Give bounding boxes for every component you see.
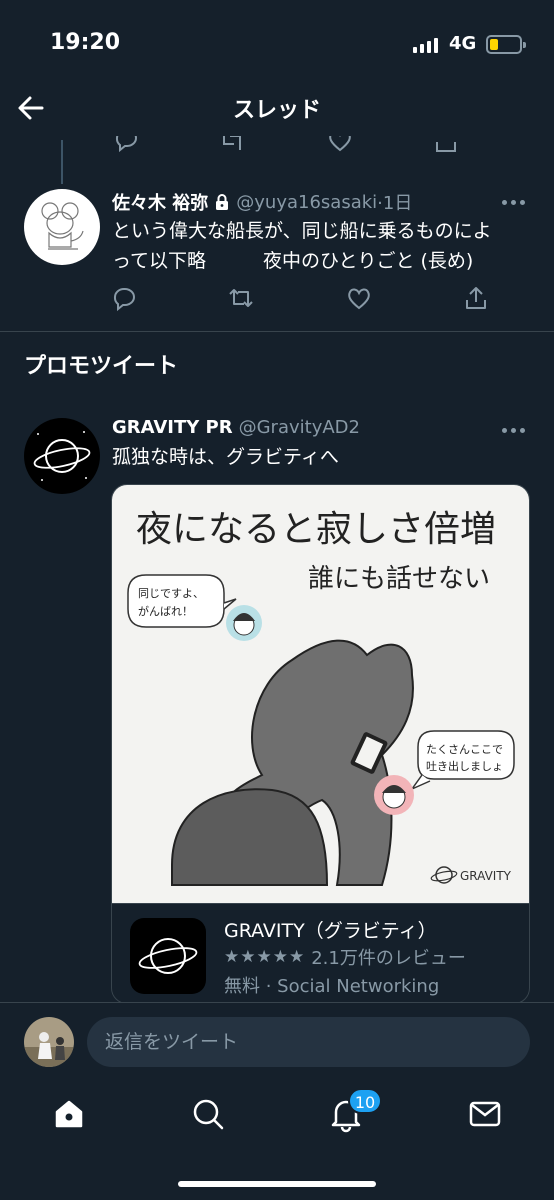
tweet-text-line: という偉大な船長が、同じ船に乗るものによ bbox=[112, 220, 492, 242]
promo-illustration: 夜になると寂しさ倍増 誰にも話せない 同じですよ、 がんばれ！ たくさんここで … bbox=[127, 509, 515, 886]
network-type: 4G bbox=[449, 33, 477, 54]
app-info[interactable]: GRAVITY（グラビティ） ★★★★★ 2.1万件のレビュー 無料 · Soc… bbox=[112, 903, 529, 1003]
app-card[interactable]: 夜になると寂しさ倍増 誰にも話せない 同じですよ、 がんばれ！ たくさんここで … bbox=[111, 484, 530, 1004]
my-avatar[interactable] bbox=[24, 1017, 74, 1067]
review-count: 2.1万件のレビュー bbox=[311, 948, 466, 969]
app-category: 無料 · Social Networking bbox=[224, 976, 440, 997]
star-rating-icon: ★★★★★ bbox=[224, 947, 306, 967]
previous-tweet-actions bbox=[110, 136, 510, 156]
header: スレッド bbox=[0, 80, 554, 136]
share-icon[interactable] bbox=[462, 284, 490, 312]
promo-logo-text: GRAVITY bbox=[460, 869, 512, 883]
bubble-text: 吐き出しましょ bbox=[426, 759, 503, 773]
notification-badge: 10 bbox=[348, 1088, 382, 1114]
reply-icon[interactable] bbox=[112, 136, 140, 154]
share-icon[interactable] bbox=[432, 136, 460, 154]
user-handle[interactable]: @yuya16sasaki bbox=[236, 192, 377, 213]
retweet-icon[interactable] bbox=[218, 136, 246, 154]
app-name: GRAVITY（グラビティ） bbox=[224, 920, 437, 942]
bubble-text: たくさんここで bbox=[426, 743, 503, 756]
lock-icon bbox=[216, 194, 229, 210]
more-icon[interactable] bbox=[502, 425, 528, 435]
user-handle[interactable]: @GravityAD2 bbox=[239, 417, 360, 438]
tweet-time: ·1日 bbox=[377, 193, 413, 214]
avatar[interactable] bbox=[24, 189, 100, 265]
page-title: スレッド bbox=[232, 98, 321, 123]
thread-line bbox=[61, 140, 63, 184]
bubble-text: がんばれ！ bbox=[138, 604, 193, 618]
signal-icon bbox=[413, 37, 438, 53]
tweet-text-line: って以下略 夜中のひとりごと (長め) bbox=[112, 250, 474, 272]
tweet[interactable]: 佐々木 裕弥 @yuya16sasaki ·1日 という偉大な船長が、同じ船に乗… bbox=[0, 180, 554, 330]
like-icon[interactable] bbox=[345, 284, 373, 312]
home-indicator bbox=[178, 1181, 376, 1187]
tweet-actions bbox=[110, 284, 490, 312]
mouse-drawing-icon bbox=[41, 202, 84, 250]
reply-bar bbox=[0, 1002, 554, 1078]
tweet-text: という偉大な船長が、同じ船に乗るものによ って以下略 夜中のひとりごと (長め) bbox=[112, 216, 492, 276]
app-rating: ★★★★★ 2.1万件のレビュー bbox=[224, 944, 466, 970]
like-icon[interactable] bbox=[326, 136, 354, 154]
promo-image[interactable]: 夜になると寂しさ倍増 誰にも話せない 同じですよ、 がんばれ！ たくさんここで … bbox=[112, 485, 529, 903]
status-bar: 19:20 4G bbox=[0, 0, 554, 80]
promo-headline: 夜になると寂しさ倍増 bbox=[136, 509, 496, 550]
status-time: 19:20 bbox=[50, 30, 121, 55]
reply-icon[interactable] bbox=[110, 284, 138, 312]
more-icon[interactable] bbox=[502, 197, 528, 207]
avatar[interactable] bbox=[24, 418, 100, 494]
battery-icon bbox=[486, 35, 526, 54]
user-name[interactable]: 佐々木 裕弥 bbox=[112, 189, 208, 215]
retweet-icon[interactable] bbox=[227, 284, 255, 312]
divider bbox=[0, 331, 554, 332]
reply-input[interactable] bbox=[87, 1017, 530, 1067]
user-name[interactable]: GRAVITY PR bbox=[112, 417, 233, 438]
home-icon[interactable] bbox=[49, 1094, 89, 1134]
promo-subheadline: 誰にも話せない bbox=[308, 564, 490, 594]
search-icon[interactable] bbox=[188, 1094, 228, 1134]
messages-icon[interactable] bbox=[465, 1094, 505, 1134]
app-icon[interactable] bbox=[130, 918, 206, 994]
bubble-text: 同じですよ、 bbox=[138, 587, 204, 600]
gravity-logo-icon bbox=[138, 938, 198, 974]
baseball-photo-icon bbox=[24, 1017, 74, 1067]
section-title: プロモツイート bbox=[24, 354, 179, 379]
tweet-text: 孤独な時は、グラビティへ bbox=[112, 446, 339, 468]
gravity-logo-icon bbox=[33, 431, 91, 481]
